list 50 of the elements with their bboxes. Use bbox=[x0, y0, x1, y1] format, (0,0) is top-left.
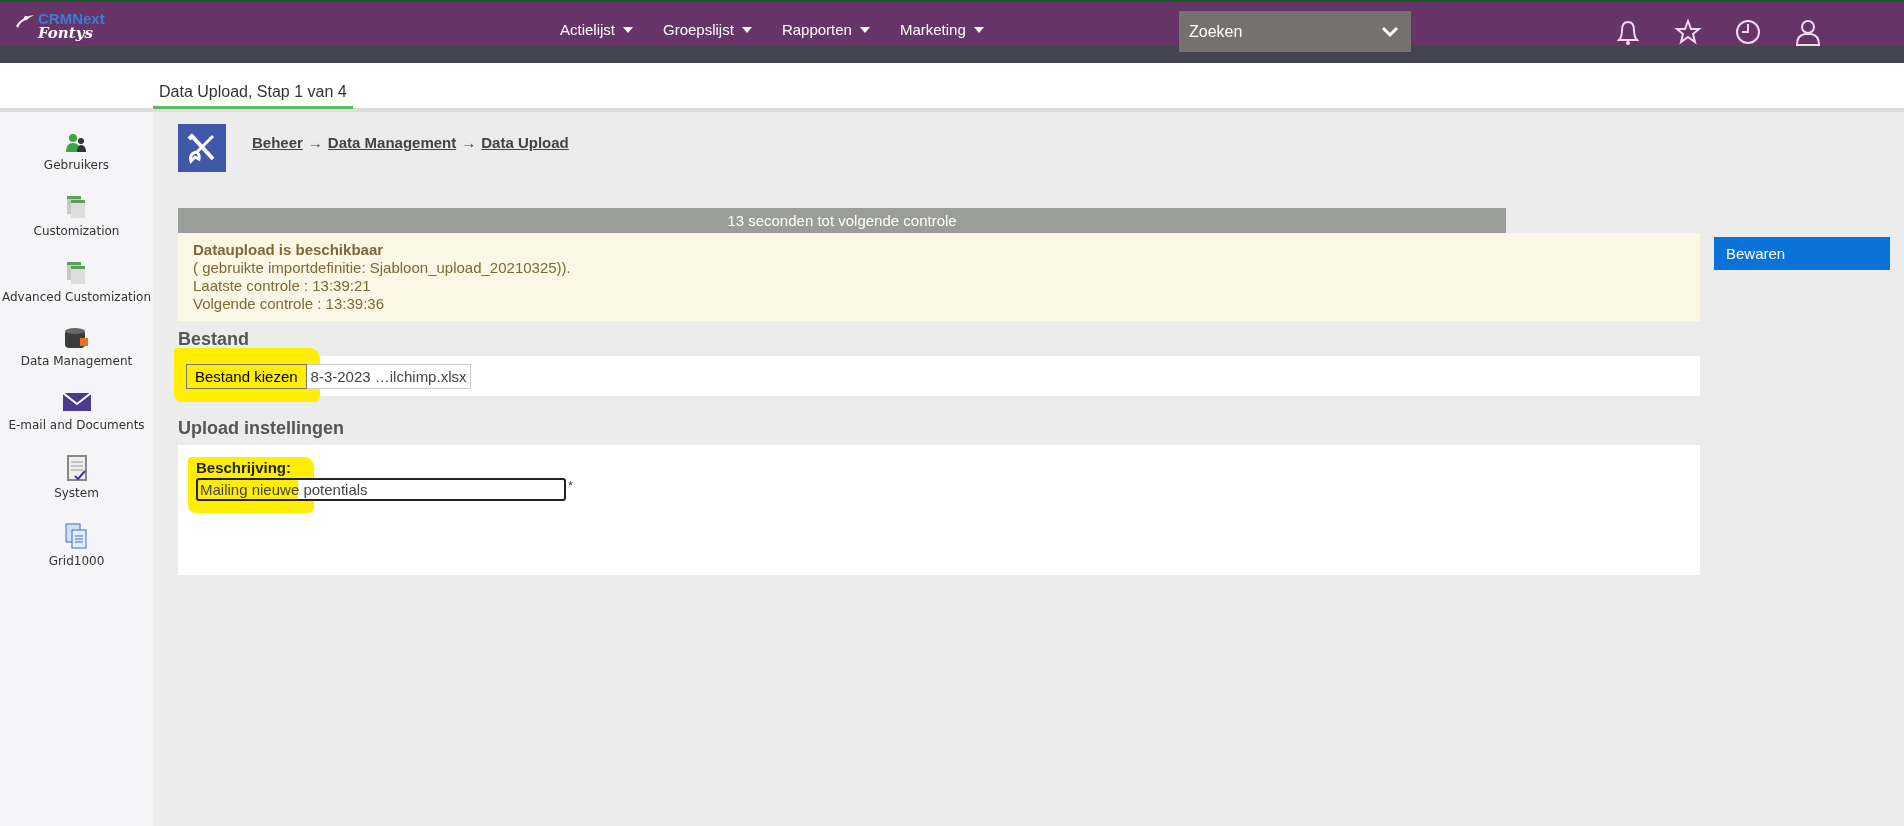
status-text: Laatste controle : 13:39:21 bbox=[193, 277, 372, 295]
sidebar-item[interactable]: E-mail and Documents bbox=[8, 390, 145, 432]
sidebar-item[interactable]: Customization bbox=[33, 194, 120, 238]
status-text: ( gebruikte importdefinitie: Sjabloon_upload_20210325)). bbox=[193, 259, 572, 277]
status-title: Dataupload is beschikbaar bbox=[193, 241, 385, 259]
chevron-down-icon bbox=[1381, 25, 1399, 38]
choose-file-button[interactable]: Bestand kiezen bbox=[186, 363, 307, 389]
sidebar-item[interactable]: System bbox=[54, 454, 99, 500]
sidebar-item[interactable]: Advanced Customization bbox=[1, 260, 151, 304]
breadcrumb-arrow: → bbox=[461, 134, 477, 151]
envelope-icon bbox=[61, 390, 92, 414]
documents-icon bbox=[64, 522, 89, 550]
brand-logo-text: CRMNext bbox=[38, 12, 105, 26]
star-button[interactable] bbox=[1674, 18, 1702, 46]
logo-icon bbox=[14, 12, 36, 30]
bell-icon bbox=[1614, 18, 1642, 46]
tools-icon bbox=[178, 124, 226, 172]
countdown-bar: 13 seconden tot volgende controle bbox=[178, 208, 1506, 233]
tab[interactable]: Data Upload, Stap 1 van 4 bbox=[153, 63, 353, 109]
field-label: Beschrijving: bbox=[196, 459, 293, 476]
pages-icon bbox=[65, 194, 88, 220]
menu-item[interactable]: Marketing bbox=[899, 21, 984, 38]
organization-logo-text: Fontys bbox=[38, 26, 94, 40]
breadcrumb-arrow: → bbox=[307, 134, 323, 151]
section-heading: Bestand bbox=[178, 329, 250, 350]
sidebar-item[interactable]: Data Management bbox=[20, 326, 133, 368]
save-button[interactable]: Bewaren bbox=[1714, 237, 1890, 270]
user-button[interactable] bbox=[1794, 18, 1822, 46]
breadcrumb-link[interactable]: Data Management bbox=[327, 134, 457, 151]
checklist-icon bbox=[64, 454, 89, 482]
user-icon bbox=[1794, 18, 1822, 46]
star-icon bbox=[1674, 18, 1702, 46]
clock-icon bbox=[1734, 18, 1762, 46]
menu-item[interactable]: Groepslijst bbox=[663, 21, 752, 38]
file-name-text: 8-3-2023 …ilchimp.xlsx bbox=[306, 363, 472, 389]
breadcrumb-link[interactable]: Beheer bbox=[252, 134, 303, 151]
sidebar-item[interactable]: Gebruikers bbox=[43, 132, 110, 172]
database-icon bbox=[63, 326, 90, 350]
sidebar-item[interactable]: Grid1000 bbox=[48, 522, 105, 568]
pages-icon bbox=[65, 260, 88, 286]
section-heading: Upload instellingen bbox=[178, 418, 345, 439]
menu-item[interactable]: Actielijst bbox=[560, 21, 633, 38]
users-icon bbox=[64, 132, 89, 154]
search-field[interactable]: Zoeken bbox=[1179, 11, 1411, 52]
menu-item[interactable]: Rapporten bbox=[781, 21, 870, 38]
required-mark: * bbox=[568, 478, 574, 493]
clock-button[interactable] bbox=[1734, 18, 1762, 46]
breadcrumb-link[interactable]: Data Upload bbox=[481, 134, 569, 151]
bell-button[interactable] bbox=[1614, 18, 1642, 46]
status-text: Volgende controle : 13:39:36 bbox=[193, 295, 385, 313]
